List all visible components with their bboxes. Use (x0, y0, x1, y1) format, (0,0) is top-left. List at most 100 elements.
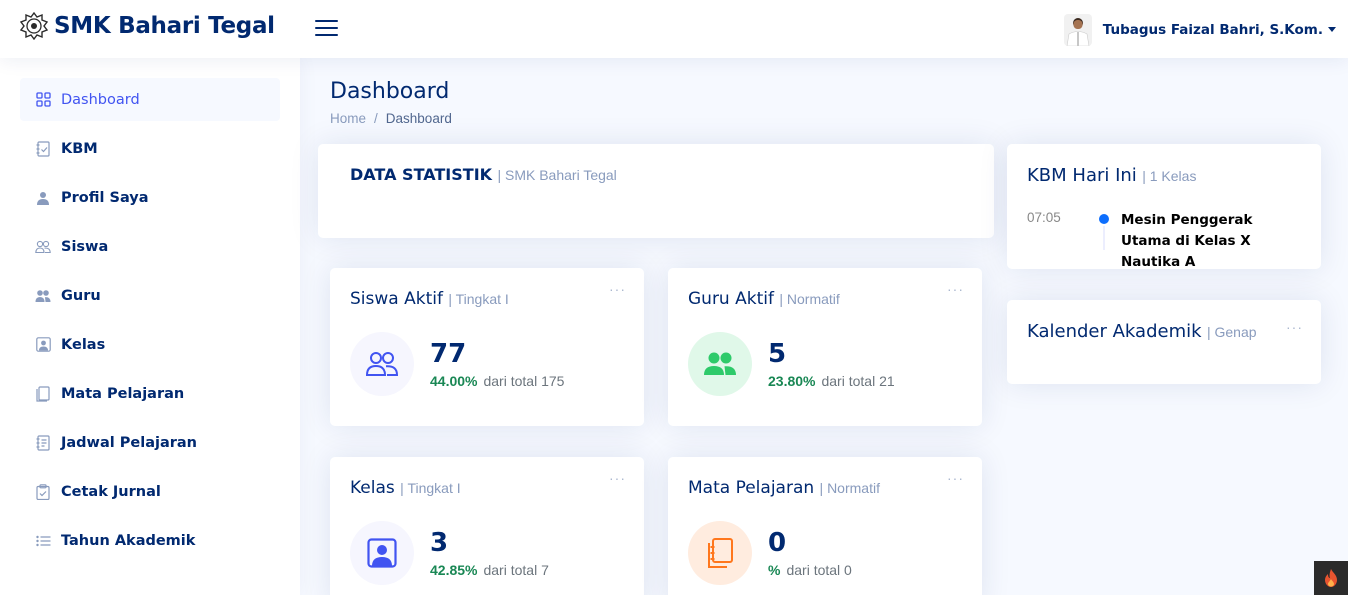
card-subtitle: | 1 Kelas (1142, 168, 1197, 184)
more-options-icon[interactable]: ··· (609, 471, 626, 485)
card-title-text: Guru Aktif (688, 289, 774, 309)
list-icon (35, 533, 51, 549)
avatar (1063, 14, 1092, 46)
stat-meta: % dari total 0 (768, 562, 852, 578)
sidebar-item-label: Tahun Akademik (61, 532, 196, 549)
card-title-text: Siswa Aktif (350, 289, 443, 309)
mata-pelajaran-card: Mata Pelajaran | Normatif ··· 0 % dari to… (668, 457, 982, 595)
toggle-sidebar-button[interactable] (315, 17, 339, 39)
people-icon (365, 352, 399, 376)
card-subtitle: | Tingkat I (448, 291, 509, 307)
logo[interactable]: SMK Bahari Tegal (20, 12, 275, 40)
logo-text: SMK Bahari Tegal (54, 13, 275, 39)
menu-line (315, 20, 338, 22)
card-title-text: Kalender Akademik (1027, 321, 1202, 342)
statistics-title: DATA STATISTIK | SMK Bahari Tegal (350, 165, 617, 185)
person-square-icon (367, 538, 397, 568)
sidebar-item-label: Guru (61, 287, 101, 304)
sidebar-item-profil-saya[interactable]: Profil Saya (20, 176, 280, 219)
breadcrumb-current: Dashboard (385, 111, 452, 126)
sidebar-item-label: Siswa (61, 238, 109, 255)
more-options-icon[interactable]: ··· (947, 282, 964, 296)
card-subtitle: | Normatif (819, 480, 880, 496)
stat-total: dari total 0 (786, 562, 852, 578)
stat-icon-circle (688, 521, 752, 585)
sidebar-item-label: Dashboard (61, 91, 140, 108)
sidebar-item-kbm[interactable]: KBM (20, 127, 280, 170)
card-subtitle: | Tingkat I (400, 480, 461, 496)
card-title-text: KBM Hari Ini (1027, 165, 1137, 186)
more-options-icon[interactable]: ··· (947, 471, 964, 485)
menu-line (315, 27, 338, 29)
sidebar-item-label: Kelas (61, 336, 106, 353)
more-options-icon[interactable]: ··· (609, 282, 626, 296)
sidebar-item-label: Profil Saya (61, 189, 149, 206)
breadcrumb-separator: / (374, 111, 378, 126)
breadcrumb-home-link[interactable]: Home (330, 111, 366, 126)
sidebar-item-tahun-akademik[interactable]: Tahun Akademik (20, 519, 280, 562)
person-icon (35, 190, 51, 206)
stat-icon-circle (688, 332, 752, 396)
stat-percent: % (768, 562, 781, 578)
stat-percent: 42.85% (430, 562, 478, 578)
stat-icon-circle (350, 521, 414, 585)
stat-body: 77 44.00% dari total 175 (350, 332, 564, 396)
stat-value: 5 (768, 339, 787, 369)
activity-text: Mesin Penggerak Utama di Kelas X Nautika… (1121, 212, 1253, 270)
card-title: Siswa Aktif | Tingkat I (350, 289, 509, 309)
stat-meta: 42.85% dari total 7 (430, 562, 549, 578)
sidebar-item-cetak-jurnal[interactable]: Cetak Jurnal (20, 470, 280, 513)
kbm-hari-ini-card: KBM Hari Ini | 1 Kelas 07:05 Mesin Pengg… (1007, 144, 1321, 270)
sidebar-item-label: KBM (61, 140, 98, 157)
journal-text-icon (35, 434, 51, 451)
profile-dropdown[interactable]: Tubagus Faizal Bahri, S.Kom. (1063, 14, 1336, 46)
kelas-card: Kelas | Tingkat I ··· 3 42.85% dari total… (330, 457, 644, 595)
sidebar-item-dashboard[interactable]: Dashboard (20, 78, 280, 121)
stat-body: 3 42.85% dari total 7 (350, 521, 549, 585)
card-title-text: Mata Pelajaran (688, 478, 815, 498)
guru-aktif-card: Guru Aktif | Normatif ··· 5 23.80% dari t… (668, 268, 982, 426)
stat-icon-circle (350, 332, 414, 396)
debug-toolbar-button[interactable] (1314, 561, 1348, 595)
sidebar: Dashboard KBM Profil Saya Siswa Guru Kel… (0, 58, 300, 595)
people-fill-icon (704, 352, 736, 375)
clipboard-check-icon (35, 483, 51, 500)
activity-badge (1099, 210, 1109, 273)
sidebar-item-jadwal-pelajaran[interactable]: Jadwal Pelajaran (20, 421, 280, 464)
sidebar-item-kelas[interactable]: Kelas (20, 323, 280, 366)
stat-percent: 44.00% (430, 373, 478, 389)
sidebar-item-mata-pelajaran[interactable]: Mata Pelajaran (20, 372, 280, 415)
breadcrumb: Home / Dashboard (330, 111, 452, 126)
stat-body: 0 % dari total 0 (688, 521, 852, 585)
activity-item: 07:05 Mesin Penggerak Utama di Kelas X N… (1027, 210, 1301, 273)
flame-icon (1325, 569, 1337, 587)
card-title: Guru Aktif | Normatif (688, 289, 840, 309)
top-header: SMK Bahari Tegal Tubagus Faizal Bahri, S… (0, 0, 1348, 58)
stat-meta: 23.80% dari total 21 (768, 373, 895, 389)
person-square-icon (35, 337, 51, 353)
stat-percent: 23.80% (768, 373, 816, 389)
activity-line (1103, 226, 1105, 250)
more-options-icon[interactable]: ··· (1286, 320, 1303, 334)
card-subtitle: | Normatif (779, 291, 840, 307)
kalender-akademik-card: Kalender Akademik | Genap ··· (1007, 300, 1321, 384)
journals-icon (708, 538, 733, 568)
page-title: Dashboard (330, 79, 450, 104)
school-emblem-icon (20, 12, 48, 40)
stat-total: dari total 21 (821, 373, 895, 389)
menu-line (315, 34, 338, 36)
sidebar-item-guru[interactable]: Guru (20, 274, 280, 317)
statistics-title-text: DATA STATISTIK (350, 165, 493, 184)
stat-value: 77 (430, 339, 467, 369)
card-title: Mata Pelajaran | Normatif (688, 478, 880, 498)
stat-value: 0 (768, 528, 787, 558)
stat-total: dari total 175 (483, 373, 565, 389)
stat-meta: 44.00% dari total 175 (430, 373, 564, 389)
stat-value: 3 (430, 528, 449, 558)
card-title: KBM Hari Ini | 1 Kelas (1027, 165, 1196, 186)
sidebar-item-label: Jadwal Pelajaran (61, 434, 197, 451)
card-subtitle: | Genap (1206, 324, 1257, 340)
sidebar-item-siswa[interactable]: Siswa (20, 225, 280, 268)
statistics-subtitle: | SMK Bahari Tegal (497, 167, 617, 183)
card-title: Kelas | Tingkat I (350, 478, 461, 498)
